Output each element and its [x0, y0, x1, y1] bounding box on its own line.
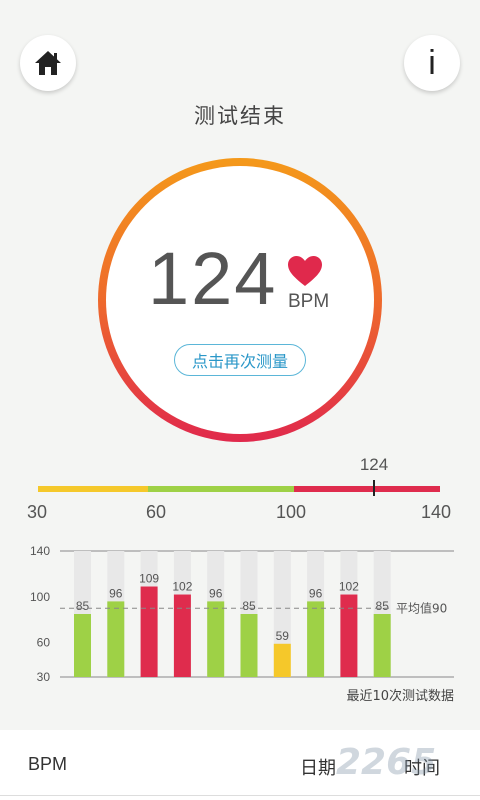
divider — [0, 795, 480, 796]
bpm-unit: BPM — [288, 291, 330, 312]
bar — [273, 643, 291, 677]
y-tick-label: 30 — [37, 670, 51, 684]
range-label-140: 140 — [421, 502, 452, 522]
bar-value-label: 96 — [209, 586, 223, 600]
remeasure-button[interactable]: 点击再次测量 — [174, 344, 306, 376]
bar-value-label: 85 — [76, 599, 90, 613]
y-tick-label: 100 — [30, 590, 50, 604]
bar — [307, 601, 325, 677]
range-label-100: 100 — [276, 502, 307, 522]
bar-value-label: 96 — [309, 586, 323, 600]
column-date: 日期 — [300, 758, 336, 779]
bar-value-label: 102 — [339, 580, 359, 594]
range-label-60: 60 — [146, 502, 167, 522]
bar — [207, 601, 225, 677]
home-icon — [35, 51, 61, 75]
bar-value-label: 59 — [276, 629, 290, 643]
range-label-30: 30 — [27, 502, 48, 522]
range-segment-2 — [293, 486, 441, 492]
watermark: 2265 — [336, 742, 437, 783]
bpm-value: 124 — [148, 237, 278, 320]
bar-value-label: 102 — [172, 580, 192, 594]
range-bar — [38, 486, 441, 492]
y-tick-label: 60 — [37, 636, 51, 650]
home-button[interactable] — [20, 35, 76, 91]
bar — [373, 614, 391, 677]
history-chart: 140 100 60 30 85 96 109 102 96 85 59 96 102 85 平均值90 最近… — [30, 544, 454, 704]
bar — [140, 586, 158, 677]
bar-value-label: 109 — [139, 572, 159, 586]
bar — [74, 614, 91, 677]
heart-icon — [288, 256, 322, 286]
range-segment-0 — [38, 486, 148, 492]
bar-value-label: 85 — [376, 599, 390, 613]
average-label: 平均值90 — [396, 600, 447, 615]
bar-value-label: 85 — [242, 599, 256, 613]
bar — [340, 594, 358, 677]
bar-value-label: 96 — [109, 586, 123, 600]
chart-caption: 最近10次测试数据 — [346, 688, 454, 704]
y-tick-label: 140 — [30, 544, 50, 558]
bar — [107, 601, 125, 677]
range-current-value: 124 — [359, 455, 389, 474]
page-title: 测试结束 — [194, 104, 286, 128]
bar — [240, 614, 258, 677]
info-icon: i — [428, 44, 436, 82]
info-button[interactable]: i — [404, 35, 460, 91]
column-bpm: BPM — [28, 754, 68, 774]
bar — [173, 594, 191, 677]
range-marker — [373, 480, 375, 496]
range-segment-1 — [147, 486, 294, 492]
